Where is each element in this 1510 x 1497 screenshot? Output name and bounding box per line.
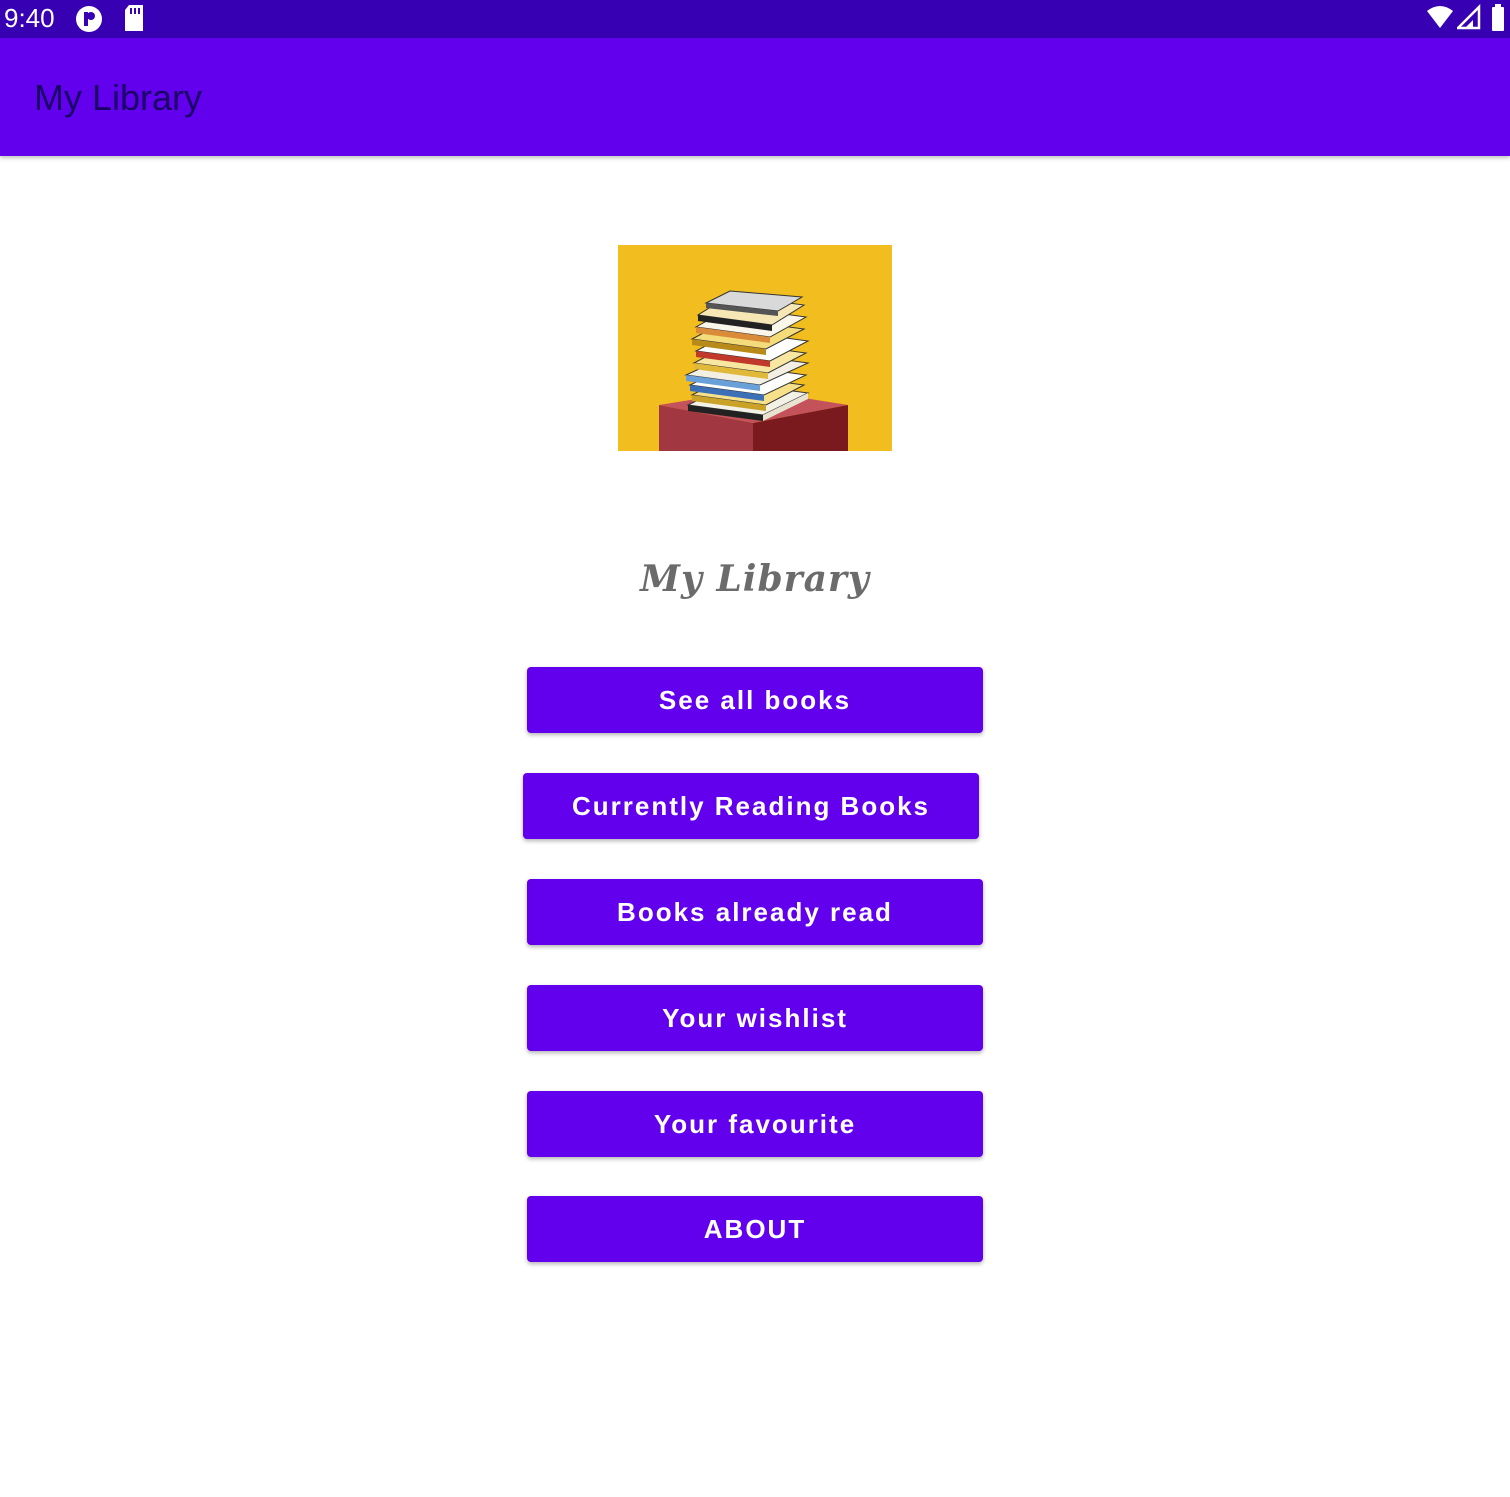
app-bar: My Library	[0, 38, 1510, 156]
about-button[interactable]: ABOUT	[527, 1196, 983, 1262]
favourite-button[interactable]: Your favourite	[527, 1091, 983, 1157]
currently-reading-books-button[interactable]: Currently Reading Books	[523, 773, 979, 839]
wishlist-button[interactable]: Your wishlist	[527, 985, 983, 1051]
wifi-icon	[1426, 4, 1454, 35]
books-already-read-button[interactable]: Books already read	[527, 879, 983, 945]
sd-card-icon	[123, 4, 145, 37]
see-all-books-button[interactable]: See all books	[527, 667, 983, 733]
books-stack-image	[618, 245, 892, 451]
status-time: 9:40	[4, 3, 55, 33]
library-heading: My Library	[640, 558, 870, 600]
battery-icon	[1491, 4, 1505, 37]
pocket-icon	[74, 4, 104, 39]
app-title: My Library	[34, 77, 203, 118]
status-bar: 9:40	[0, 0, 1510, 38]
signal-icon	[1454, 3, 1481, 35]
